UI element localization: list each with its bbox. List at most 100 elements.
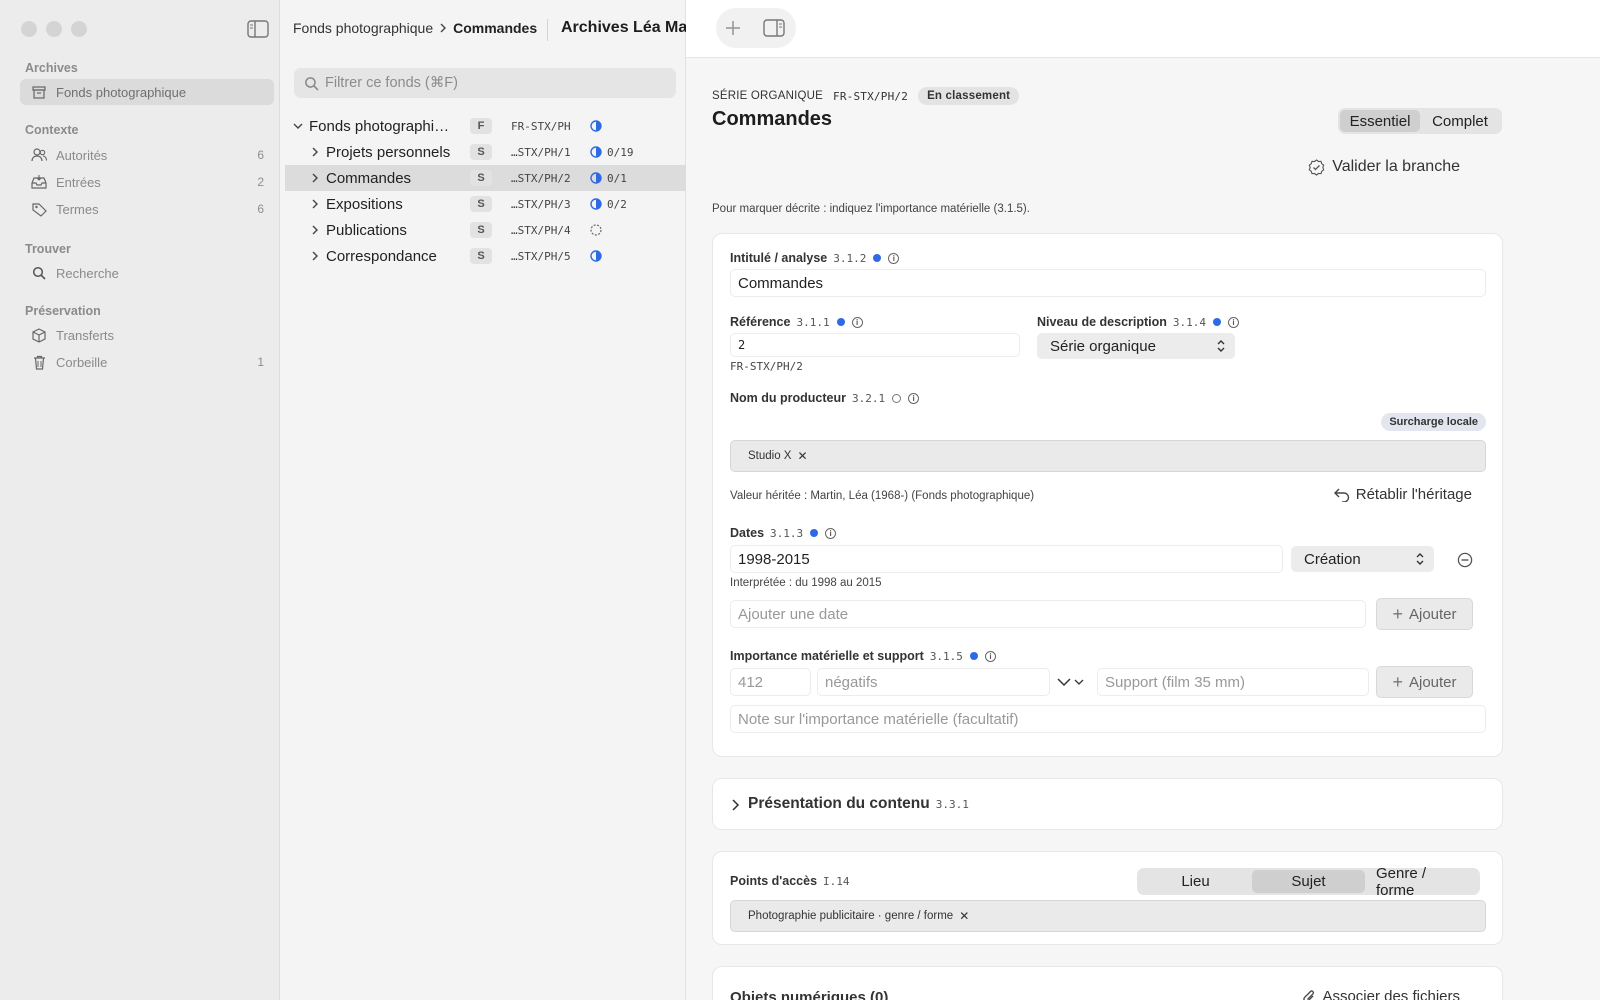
extent-quantity-input[interactable]: 412	[730, 668, 811, 696]
chevron-right-icon[interactable]	[310, 251, 320, 261]
access-point-token-field[interactable]: Photographie publicitaire · genre / form…	[730, 900, 1486, 932]
undo-arrow-icon	[1333, 488, 1349, 502]
tree-row-ref: FR-STX/PH	[511, 119, 571, 133]
info-icon[interactable]: i	[908, 392, 920, 404]
presentation-section[interactable]: Présentation du contenu 3.3.1	[712, 778, 1503, 830]
restore-inheritance-button[interactable]: Rétablir l'héritage	[1333, 486, 1472, 503]
extent-note-input[interactable]: Note sur l'importance matérielle (facult…	[730, 705, 1486, 733]
sidebar-heading-trouver: Trouver	[25, 242, 71, 256]
sidebar-heading-preservation: Préservation	[25, 304, 101, 318]
info-icon[interactable]: i	[825, 527, 837, 539]
date-type-select[interactable]: Création	[1291, 546, 1434, 572]
required-dot	[836, 318, 845, 326]
extent-unit-input[interactable]: négatifs	[817, 668, 1050, 696]
attach-files-button[interactable]: Associer des fichiers	[1302, 988, 1460, 1000]
sidebar-heading-contexte: Contexte	[25, 123, 79, 137]
chevron-right-icon	[440, 23, 447, 33]
seal-check-icon	[1308, 158, 1325, 176]
sidebar-item-entrees[interactable]: Entrées 2	[20, 169, 274, 195]
tree-row-name: Commandes	[326, 169, 412, 187]
label-text: Présentation du contenu	[748, 795, 930, 812]
add-date-input[interactable]: Ajouter une date	[730, 600, 1366, 628]
sidebar-item-termes[interactable]: Termes 6	[20, 196, 274, 222]
info-icon[interactable]: i	[851, 316, 863, 328]
field-label-reference: Référence 3.1.1 i	[730, 315, 863, 329]
tree-row[interactable]: Fonds photographi… F FR-STX/PH	[285, 113, 686, 139]
view-mode-complet[interactable]: Complet	[1420, 110, 1500, 132]
date-interpretation: Interprétée : du 1998 au 2015	[730, 577, 882, 589]
label-text: Nom du producteur	[730, 391, 846, 405]
chevron-right-icon[interactable]	[310, 225, 320, 235]
tree-search-input[interactable]: Filtrer ce fonds (⌘F)	[294, 68, 676, 98]
breadcrumb-parent[interactable]: Fonds photographique	[293, 20, 433, 36]
people-icon	[31, 147, 47, 163]
sidebar-item-corbeille[interactable]: Corbeille 1	[20, 349, 274, 375]
info-icon[interactable]: i	[984, 650, 996, 662]
sidebar-item-fonds[interactable]: Fonds photographique	[20, 79, 274, 105]
tree-row-name: Fonds photographi…	[309, 117, 450, 135]
tree-row[interactable]: Commandes S …STX/PH/2 0/1	[285, 165, 686, 191]
chevron-right-icon[interactable]	[310, 199, 320, 209]
tree-row-ref: …STX/PH/2	[511, 171, 571, 185]
field-label-extent: Importance matérielle et support 3.1.5 i	[730, 649, 996, 663]
tree-row[interactable]: Expositions S …STX/PH/3 0/2	[285, 191, 686, 217]
chevron-right-icon[interactable]	[310, 147, 320, 157]
add-extent-button[interactable]: + Ajouter	[1376, 666, 1473, 698]
close-window-button[interactable]	[21, 21, 37, 37]
minimize-window-button[interactable]	[46, 21, 62, 37]
zoom-window-button[interactable]	[71, 21, 87, 37]
remove-token-icon[interactable]: ✕	[959, 909, 969, 923]
date-type-value: Création	[1304, 550, 1361, 568]
sidebar-item-autorites[interactable]: Autorités 6	[20, 142, 274, 168]
plus-icon[interactable]	[724, 19, 742, 37]
progress-half-icon	[590, 198, 602, 210]
optional-dot	[892, 393, 902, 403]
add-date-button[interactable]: + Ajouter	[1376, 598, 1473, 630]
progress-half-icon	[590, 250, 602, 262]
sidebar-toggle-icon[interactable]	[247, 20, 269, 38]
validate-branch-button[interactable]: Valider la branche	[1308, 158, 1460, 176]
tab-genre-forme[interactable]: Genre / forme	[1365, 865, 1478, 899]
level-select-value: Série organique	[1050, 337, 1156, 355]
level-badge: S	[470, 170, 492, 186]
sidebar-item-recherche[interactable]: Recherche	[20, 260, 274, 286]
tree-row-ref: …STX/PH/5	[511, 249, 571, 263]
cube-icon	[31, 327, 47, 343]
chevron-right-icon	[732, 799, 740, 811]
date-input[interactable]: 1998-2015	[730, 545, 1283, 573]
sidebar-item-label: Entrées	[56, 174, 101, 190]
level-select[interactable]: Série organique	[1037, 333, 1235, 359]
tree-row-name: Projets personnels	[326, 143, 451, 161]
sidebar: Archives Fonds photographique Contexte A…	[0, 0, 280, 1000]
level-badge: S	[470, 248, 492, 264]
info-icon[interactable]: i	[888, 252, 900, 264]
remove-token-icon[interactable]: ✕	[797, 449, 807, 463]
isad-number: I.14	[823, 874, 850, 888]
tree-row-ref: …STX/PH/3	[511, 197, 571, 211]
tree-row[interactable]: Correspondance S …STX/PH/5	[285, 243, 686, 269]
description-hint: Pour marquer décrite : indiquez l'import…	[712, 203, 1030, 215]
extent-support-input[interactable]: Support (film 35 mm)	[1097, 668, 1369, 696]
search-icon	[31, 265, 47, 281]
title-input[interactable]: Commandes	[730, 269, 1486, 297]
tree-row-ref: …STX/PH/1	[511, 145, 571, 159]
unit-dropdown-chevron-icon[interactable]	[1057, 676, 1085, 688]
view-mode-essentiel[interactable]: Essentiel	[1340, 110, 1420, 132]
inspector-toggle-icon[interactable]	[763, 19, 785, 37]
isad-number: 3.1.2	[833, 251, 867, 265]
sidebar-item-transferts[interactable]: Transferts	[20, 322, 274, 348]
remove-date-icon[interactable]	[1457, 552, 1473, 568]
tab-lieu[interactable]: Lieu	[1139, 870, 1252, 893]
tree-row[interactable]: Projets personnels S …STX/PH/1 0/19	[285, 139, 686, 165]
up-down-chevron-icon	[1217, 340, 1225, 352]
label-text: Importance matérielle et support	[730, 649, 924, 663]
chevron-down-icon[interactable]	[293, 121, 303, 131]
access-point-token: Photographie publicitaire · genre / form…	[748, 909, 969, 923]
chevron-right-icon[interactable]	[310, 173, 320, 183]
tree-row[interactable]: Publications S …STX/PH/4	[285, 217, 686, 243]
tab-sujet[interactable]: Sujet	[1252, 870, 1365, 893]
info-icon[interactable]: i	[1228, 316, 1240, 328]
reference-input[interactable]: 2	[730, 333, 1020, 357]
required-dot	[810, 529, 819, 537]
producer-token-field[interactable]: Studio X ✕	[730, 440, 1486, 472]
